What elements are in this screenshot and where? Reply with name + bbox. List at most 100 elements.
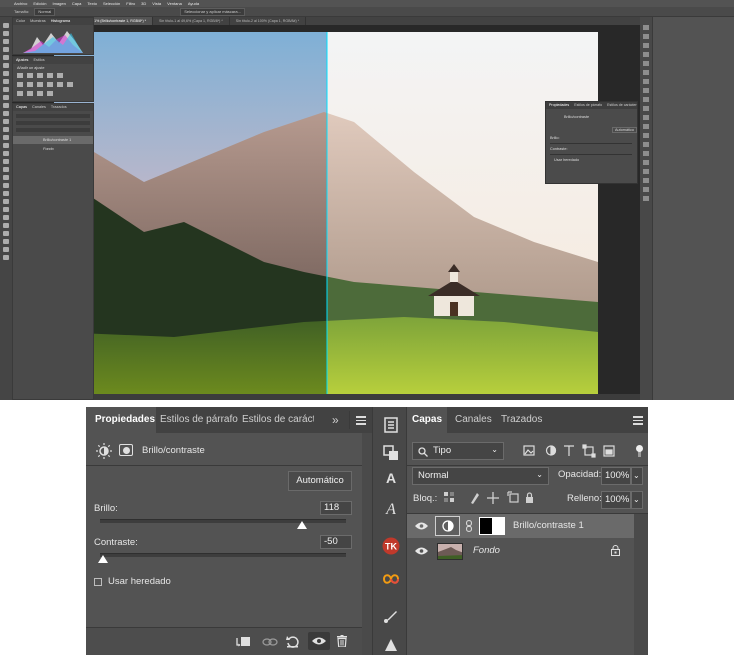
mini-layer-row-selected[interactable]: Brillo/contraste 1 [13,136,93,144]
layer-mask-thumbnail[interactable] [479,517,505,535]
dock-icon[interactable] [643,88,649,93]
dock-icon[interactable] [643,169,649,174]
tool-icon[interactable] [3,47,9,52]
dock-icon[interactable] [643,43,649,48]
filter-toggle[interactable] [636,445,643,457]
layer-name-fondo[interactable]: Fondo [473,545,500,556]
blend-mode-select[interactable]: Normal ⌄ [412,467,549,485]
dock-icon[interactable] [643,79,649,84]
adjustments-icon[interactable] [382,444,400,462]
brush-icon[interactable] [382,607,400,625]
float-contrast-slider[interactable] [550,154,632,155]
character-icon[interactable]: A [382,469,400,487]
tab-estilos[interactable]: Estilos [33,57,44,64]
tab-propiedades[interactable]: Propiedades [86,407,156,433]
tool-icon[interactable] [3,223,9,228]
tool-icon[interactable] [3,63,9,68]
menu-texto[interactable]: Texto [87,1,97,6]
tool-icon[interactable] [3,23,9,28]
menu-vista[interactable]: Vista [152,1,161,6]
canvas-photo[interactable] [54,32,598,394]
dock-icon[interactable] [643,70,649,75]
dock-icon[interactable] [643,142,649,147]
tab-canales[interactable]: Canales [455,407,495,433]
menu-imagen[interactable]: Imagen [52,1,65,6]
menu-capa[interactable]: Capa [72,1,82,6]
visibility-toggle[interactable] [308,632,330,650]
tool-icon[interactable] [3,199,9,204]
tool-icon[interactable] [3,31,9,36]
tab-ajustes[interactable]: Ajustes [16,57,28,64]
reset-icon[interactable] [286,635,299,648]
glyphs-icon[interactable]: A [382,501,400,519]
opacity-dropdown[interactable]: ⌄ [631,467,643,485]
layers-scrollbar[interactable] [634,514,648,655]
float-tab-propiedades[interactable]: Propiedades [549,102,569,109]
tab-histograma[interactable]: Histograma [51,18,70,25]
opacity-input[interactable]: 100% [601,467,631,485]
auto-button[interactable]: Automático [288,471,352,491]
dock-icon[interactable] [643,187,649,192]
doc-tab-3[interactable]: Sin título-2 al 100% (Capa 1, RGB/8#) * [230,17,307,25]
menu-3d[interactable]: 3D [141,1,146,6]
overflow-tabs-button[interactable]: » [332,407,339,433]
fill-input[interactable]: 100% [601,491,631,509]
tool-icon[interactable] [3,135,9,140]
tool-icon[interactable] [3,183,9,188]
mini-layer-row[interactable]: Fondo [13,145,93,153]
menu-ayuda[interactable]: Ayuda [188,1,199,6]
tool-icon[interactable] [3,103,9,108]
panel-menu-icon[interactable] [356,416,366,425]
brightness-slider-thumb[interactable] [296,521,307,529]
tool-icon[interactable] [3,79,9,84]
tool-icon[interactable] [3,175,9,180]
contrast-slider-thumb[interactable] [98,555,108,563]
contrast-input[interactable]: -50 [320,535,352,549]
properties-icon[interactable] [382,416,400,434]
brightness-slider-track[interactable] [100,519,346,523]
trash-icon[interactable] [337,635,347,647]
mini-blend-row[interactable] [16,121,90,125]
tk-plugin-icon[interactable]: TK [382,537,400,555]
mini-tab-capas[interactable]: Capas [16,104,27,111]
tool-icon[interactable] [3,55,9,60]
menu-edicion[interactable]: Edición [33,1,46,6]
doc-tab-2[interactable]: Sin título-1 al 49,6% (Capa 1, RGB/8*) * [153,17,230,25]
tab-trazados[interactable]: Trazados [501,407,545,433]
tool-icon[interactable] [3,127,9,132]
dock-icon[interactable] [643,106,649,111]
tool-icon[interactable] [3,143,9,148]
float-brightness-slider[interactable] [550,143,632,144]
tool-icon[interactable] [3,191,9,196]
tab-muestras[interactable]: Muestras [30,18,46,25]
tool-icon[interactable] [3,71,9,76]
dock-icon[interactable] [643,178,649,183]
layers-menu-icon[interactable] [633,416,643,425]
tab-color[interactable]: Color [16,18,25,25]
options-mode-select[interactable]: Normal [34,7,56,16]
menu-filtro[interactable]: Filtro [126,1,135,6]
view-previous-state-icon[interactable] [262,637,278,647]
tool-icon[interactable] [3,255,9,260]
tool-icon[interactable] [3,119,9,124]
tool-icon[interactable] [3,215,9,220]
layer-row-brightness[interactable]: Brillo/contraste 1 [407,514,634,538]
tool-icon[interactable] [3,239,9,244]
paths-icon[interactable] [382,635,400,653]
dock-icon[interactable] [643,34,649,39]
float-auto-button[interactable]: Automático [612,127,637,133]
tool-icon[interactable] [3,39,9,44]
chain-link-icon[interactable] [466,520,472,532]
dock-icon[interactable] [643,151,649,156]
dock-icon[interactable] [643,25,649,30]
mini-tab-trazados[interactable]: Trazados [51,104,67,111]
tool-icon[interactable] [3,247,9,252]
float-tab-caracter[interactable]: Estilos de carácter [607,102,637,109]
layer-mask-icon[interactable] [119,444,133,456]
properties-scrollbar[interactable] [362,433,372,655]
visibility-eye-icon[interactable] [415,522,428,530]
tool-icon[interactable] [3,167,9,172]
menu-ventana[interactable]: Ventana [167,1,182,6]
tool-icon[interactable] [3,151,9,156]
layer-name-brightness[interactable]: Brillo/contraste 1 [513,520,584,531]
